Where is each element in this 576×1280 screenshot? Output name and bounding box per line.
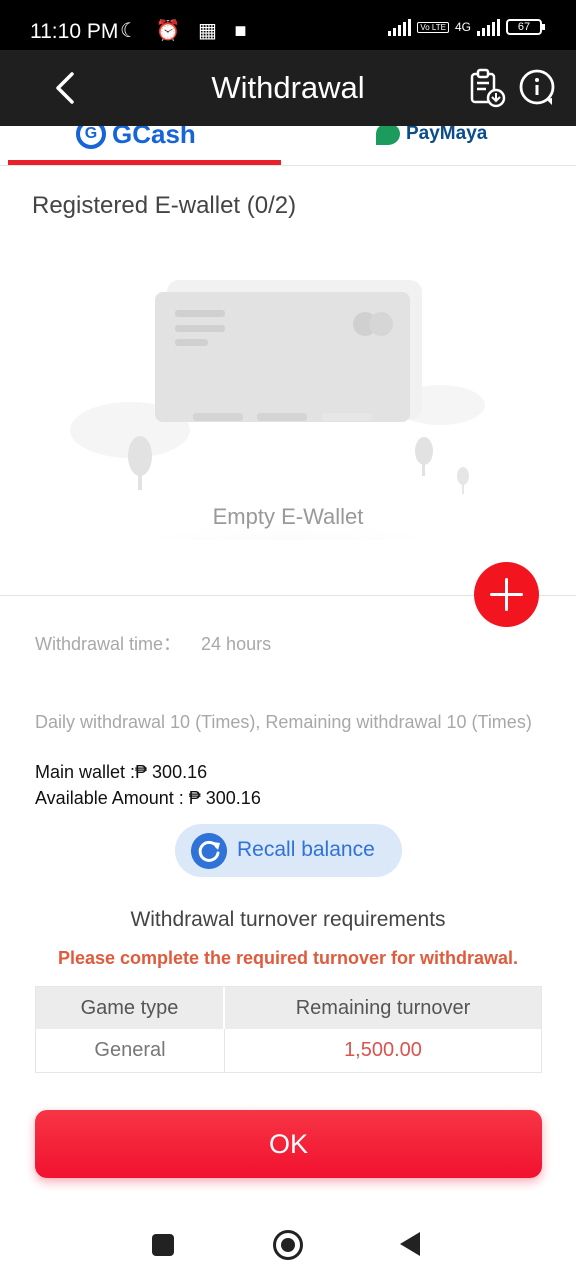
gcash-logo-icon: G [76,126,106,149]
system-nav-bar [0,1210,576,1280]
turnover-warning: Please complete the required turnover fo… [57,948,519,968]
turnover-table: Game type Remaining turnover General 1,5… [35,986,542,1073]
header-remaining-turnover: Remaining turnover [295,996,471,1019]
main-wallet-balance: Main wallet :₱ 300.16 [35,762,208,782]
active-tab-indicator [8,160,281,165]
tab-gcash[interactable]: G GCash [76,126,196,154]
header-game-type: Game type [36,987,225,1029]
battery-icon: 67 [506,19,545,35]
home-icon[interactable] [273,1230,303,1260]
app-header: Withdrawal [0,50,576,126]
table-row: General 1,500.00 [36,1029,541,1072]
status-bar: 11:10 PM ☾ ⏰ ▦ ■ Vo LTE 4G 67 [0,0,576,50]
recall-balance-button[interactable]: Recall balance [175,824,402,877]
cell-game-type: General [36,1029,225,1072]
withdrawal-time-value: 24 hours [201,634,272,654]
status-right: Vo LTE 4G 67 [388,18,545,36]
registered-wallet-title: Registered E-wallet (0/2) [32,192,297,219]
cell-remaining-turnover: 1,500.00 [344,1039,422,1061]
refresh-icon [191,833,227,869]
info-icon[interactable] [518,68,558,108]
system-back-icon[interactable] [400,1232,420,1256]
ok-button[interactable]: OK [35,1110,542,1178]
recall-balance-label: Recall balance [237,838,375,861]
tab-gcash-label: GCash [112,126,196,149]
available-amount: Available Amount : ₱ 300.16 [35,788,261,808]
tab-paymaya[interactable]: PayMaya [376,126,487,154]
signal-icon-2 [477,18,500,36]
add-wallet-button[interactable] [474,562,539,627]
tab-paymaya-label: PayMaya [406,126,488,144]
withdrawal-time: Withdrawal time： 24 hours [35,630,271,656]
empty-wallet-label: Empty E-Wallet [212,504,364,529]
recents-icon[interactable] [152,1234,174,1256]
withdrawal-time-label: Withdrawal time： [35,634,182,654]
paymaya-logo-icon [376,126,400,145]
daily-withdrawal-limit: Daily withdrawal 10 (Times), Remaining w… [35,712,532,732]
volte-badge: Vo LTE [417,21,449,33]
battery-level: 67 [517,21,531,33]
network-type: 4G [454,20,471,34]
turnover-title: Withdrawal turnover requirements [130,908,446,931]
clipboard-download-icon[interactable] [468,68,506,108]
signal-icon [388,18,412,36]
status-notification-icons: ☾ ⏰ ▦ ■ [120,20,253,42]
table-header-row: Game type Remaining turnover [36,987,541,1029]
status-time: 11:10 PM [30,20,119,43]
empty-wallet-illustration-icon [70,280,490,540]
